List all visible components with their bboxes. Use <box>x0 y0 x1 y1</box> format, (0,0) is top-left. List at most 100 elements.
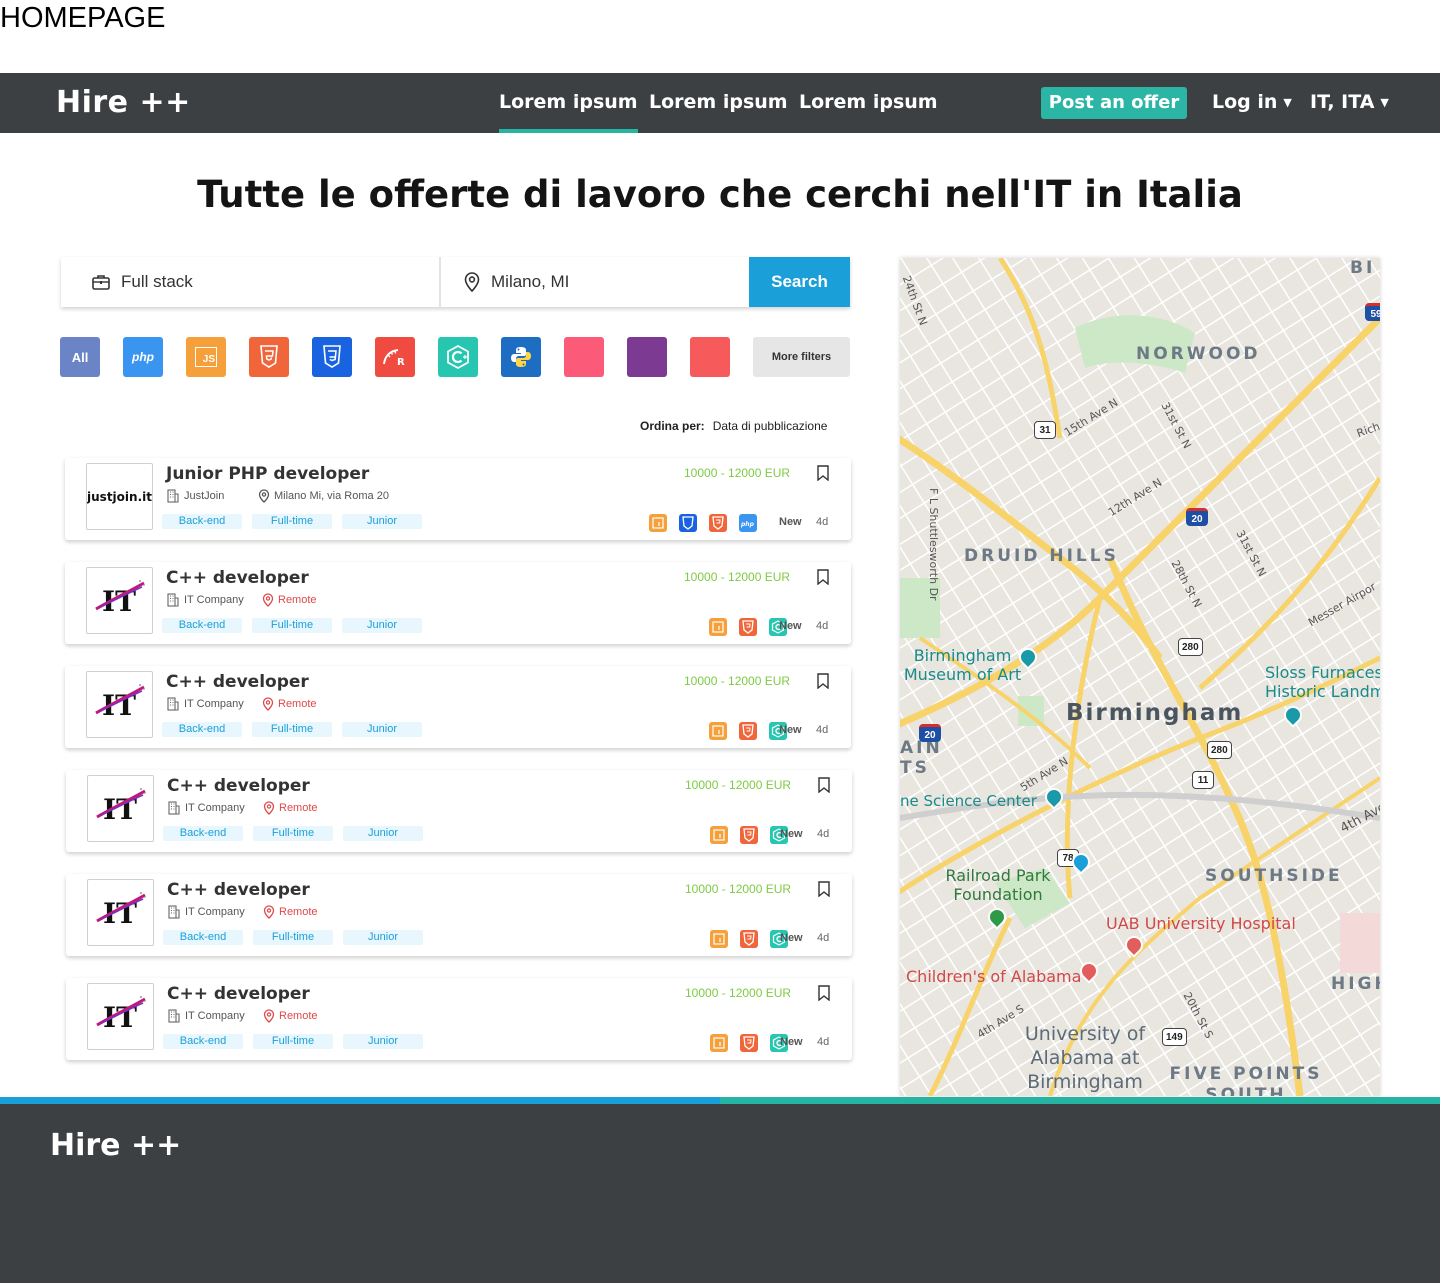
page-label: HOMEPAGE <box>0 2 166 34</box>
job-card[interactable]: IT C++ developer IT Company Remote Back-end F… <box>65 666 851 748</box>
location-value: Milano, MI <box>491 272 570 291</box>
company-logo: IT <box>87 879 154 946</box>
filter-ruby[interactable]: R <box>375 337 415 377</box>
company: IT Company <box>167 801 245 815</box>
tag-junior[interactable]: Junior <box>342 514 422 529</box>
tag-backend[interactable]: Back-end <box>162 618 242 633</box>
js-icon <box>710 1034 728 1052</box>
keyword-field[interactable]: Full stack <box>91 257 431 307</box>
company-name: JustJoin <box>184 490 225 502</box>
new-badge: New <box>780 828 803 840</box>
tag-junior[interactable]: Junior <box>342 618 422 633</box>
tag-backend[interactable]: Back-end <box>162 514 242 529</box>
filter-tech-pink[interactable] <box>564 337 604 377</box>
tag-junior[interactable]: Junior <box>343 1034 423 1049</box>
tag-fulltime[interactable]: Full-time <box>252 618 332 633</box>
filter-tech-purple[interactable] <box>627 337 667 377</box>
filter-html[interactable] <box>249 337 289 377</box>
tag-fulltime[interactable]: Full-time <box>252 514 332 529</box>
nav-link-3[interactable]: Lorem ipsum <box>799 91 938 113</box>
filter-js[interactable]: JS <box>186 337 226 377</box>
sort-control[interactable]: Ordina per: Data di pubblicazione <box>640 419 827 433</box>
salary: 10000 - 12000 EUR <box>684 674 791 688</box>
job-location-text: Remote <box>278 594 317 606</box>
tag-backend[interactable]: Back-end <box>163 1034 243 1049</box>
js-icon <box>709 722 727 740</box>
map-label-sloss: Sloss Furnaces Historic Landm <box>1265 663 1380 701</box>
new-badge: New <box>779 516 802 528</box>
company-logo: IT <box>86 671 153 738</box>
bookmark-icon[interactable] <box>817 673 829 689</box>
job-location: Remote <box>263 801 318 815</box>
tag-fulltime[interactable]: Full-time <box>253 1034 333 1049</box>
nav-link-2[interactable]: Lorem ipsum <box>649 91 788 113</box>
company-name: IT Company <box>185 802 245 814</box>
bookmark-icon[interactable] <box>817 465 829 481</box>
tag-backend[interactable]: Back-end <box>163 826 243 841</box>
job-card[interactable]: justjoin.it Junior PHP developer JustJoin M… <box>65 458 851 540</box>
filter-python[interactable] <box>501 337 541 377</box>
map[interactable]: NORWOOD DRUID HILLS Birmingham Birmingha… <box>900 258 1380 1096</box>
company: IT Company <box>166 593 244 607</box>
interstate-shield-icon: 20 <box>1186 508 1208 526</box>
location-field[interactable]: Milano, MI <box>463 257 743 307</box>
tag-junior[interactable]: Junior <box>342 722 422 737</box>
tag-fulltime[interactable]: Full-time <box>253 930 333 945</box>
tag-backend[interactable]: Back-end <box>162 722 242 737</box>
company-logo-text: justjoin.it <box>87 489 152 504</box>
caret-down-icon: ▼ <box>1380 96 1389 109</box>
building-icon <box>167 489 179 503</box>
job-card[interactable]: IT C++ developer IT Company Remote Back-end F… <box>66 978 852 1060</box>
company-logo: IT <box>87 775 154 842</box>
job-location-text: Remote <box>278 698 317 710</box>
building-icon <box>168 801 180 815</box>
search-bar: Full stack Milano, MI Search <box>61 257 850 307</box>
caret-down-icon: ▼ <box>1283 96 1292 109</box>
html-icon <box>740 1034 758 1052</box>
job-location-text: Milano Mi, via Roma 20 <box>274 490 389 502</box>
post-age: 4d <box>817 1036 830 1048</box>
tag-backend[interactable]: Back-end <box>163 930 243 945</box>
job-title: C++ developer <box>167 984 310 1004</box>
tag-junior[interactable]: Junior <box>343 826 423 841</box>
filter-cpp[interactable] <box>438 337 478 377</box>
bookmark-icon[interactable] <box>818 985 830 1001</box>
map-label-birmingham: Birmingham <box>1066 700 1244 726</box>
route-shield-icon: 280 <box>1178 638 1203 656</box>
language-dropdown[interactable]: IT, ITA ▼ <box>1310 91 1389 113</box>
post-offer-button[interactable]: Post an offer <box>1041 87 1187 119</box>
bookmark-icon[interactable] <box>817 569 829 585</box>
company-name: IT Company <box>184 594 244 606</box>
job-location-text: Remote <box>279 1010 318 1022</box>
company-logo: IT <box>86 567 153 634</box>
filter-css[interactable] <box>312 337 352 377</box>
login-dropdown[interactable]: Log in ▼ <box>1212 91 1292 113</box>
bookmark-icon[interactable] <box>818 881 830 897</box>
filter-tech-red[interactable] <box>690 337 730 377</box>
company-name: IT Company <box>185 1010 245 1022</box>
footer-logo[interactable]: Hire ++ <box>50 1128 181 1163</box>
job-location-text: Remote <box>279 906 318 918</box>
footer: Hire ++ <box>0 1104 1440 1283</box>
briefcase-icon <box>92 275 110 290</box>
tag-fulltime[interactable]: Full-time <box>252 722 332 737</box>
location-pin-icon <box>258 489 270 503</box>
job-card[interactable]: IT C++ developer IT Company Remote Back-end F… <box>65 562 851 644</box>
tag-junior[interactable]: Junior <box>343 930 423 945</box>
job-card[interactable]: IT C++ developer IT Company Remote Back-end F… <box>66 874 852 956</box>
search-button[interactable]: Search <box>749 257 850 307</box>
filter-all[interactable]: All <box>60 337 100 377</box>
building-icon <box>167 697 179 711</box>
more-filters-button[interactable]: More filters <box>753 337 850 377</box>
it-company-logo-image: IT <box>94 683 145 722</box>
job-card[interactable]: IT C++ developer IT Company Remote Back-end F… <box>66 770 852 852</box>
js-icon <box>709 618 727 636</box>
tag-fulltime[interactable]: Full-time <box>253 826 333 841</box>
job-location: Remote <box>263 905 318 919</box>
map-label-museum: Birmingham Museum of Art <box>903 646 1022 684</box>
nav-link-1[interactable]: Lorem ipsum <box>499 91 638 133</box>
filter-php[interactable]: php <box>123 337 163 377</box>
logo[interactable]: Hire ++ <box>56 85 191 120</box>
salary: 10000 - 12000 EUR <box>685 882 792 896</box>
bookmark-icon[interactable] <box>818 777 830 793</box>
